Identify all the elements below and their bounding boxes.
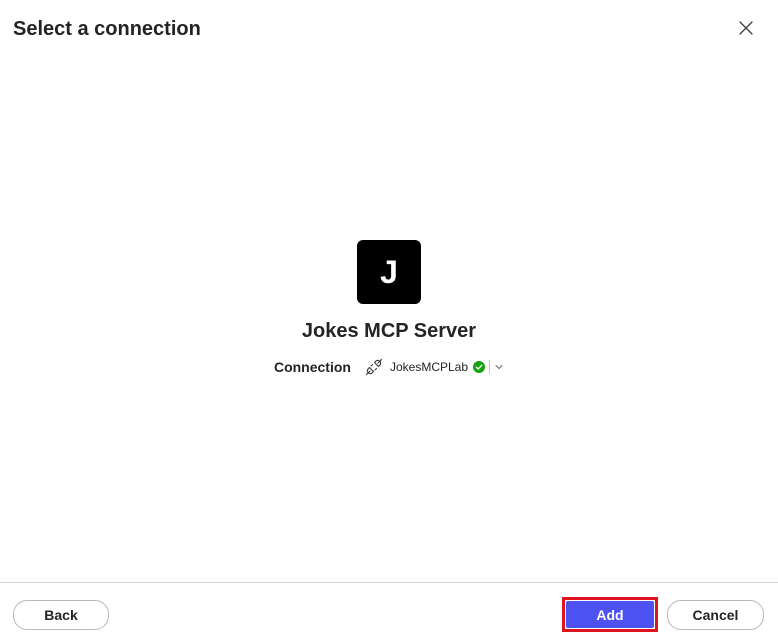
back-button[interactable]: Back: [13, 600, 109, 630]
connection-panel: J Jokes MCP Server Connection JokesMCPLa…: [0, 240, 778, 378]
select-connection-dialog: Select a connection J Jokes MCP Server C…: [0, 0, 778, 639]
plug-connection-icon: [365, 358, 383, 376]
close-icon: [739, 21, 753, 35]
footer-divider: [0, 582, 778, 583]
connection-row: Connection JokesMCPLab: [274, 356, 504, 378]
server-logo-letter: J: [380, 253, 398, 290]
server-name: Jokes MCP Server: [301, 320, 477, 342]
connection-name: JokesMCPLab: [389, 360, 469, 374]
add-button[interactable]: Add: [566, 601, 654, 628]
chevron-down-icon: [494, 362, 504, 372]
cancel-button[interactable]: Cancel: [667, 600, 764, 630]
server-logo: J: [357, 240, 421, 304]
close-button[interactable]: [734, 16, 758, 40]
checkmark-circle-icon: [473, 361, 486, 373]
dialog-title: Select a connection: [13, 18, 201, 40]
connection-label: Connection: [273, 359, 351, 375]
dropdown-divider: [489, 360, 491, 374]
connection-dropdown[interactable]: JokesMCPLab: [365, 358, 504, 376]
